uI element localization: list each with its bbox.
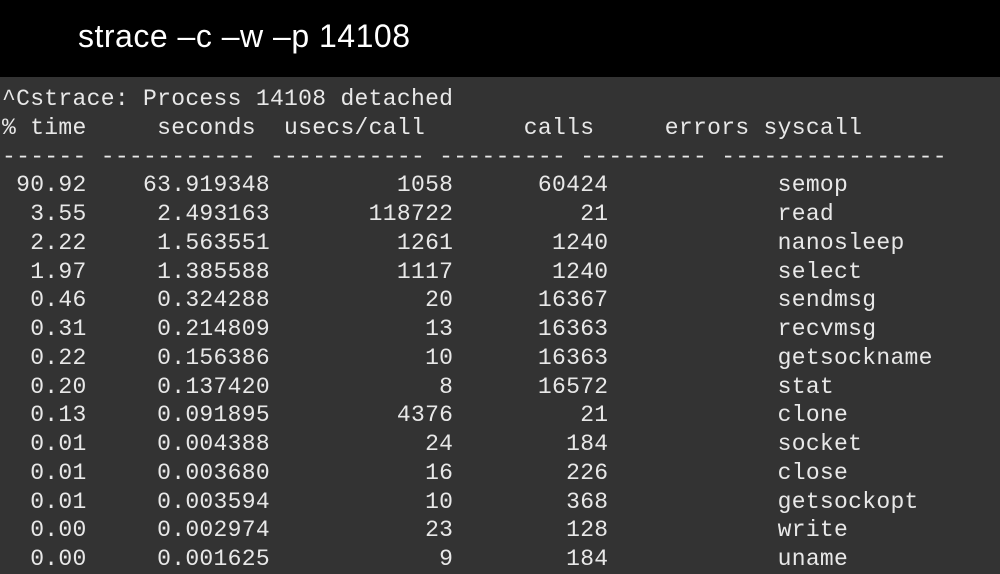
command-title: strace –c –w –p 14108 <box>0 0 1000 77</box>
table-row: 90.92 63.919348 1058 60424 semop <box>0 171 1000 200</box>
terminal-output: ^Cstrace: Process 14108 detached % time … <box>0 77 1000 574</box>
table-header: % time seconds usecs/call calls errors s… <box>0 114 1000 143</box>
table-row: 3.55 2.493163 118722 21 read <box>0 200 1000 229</box>
detached-message: ^Cstrace: Process 14108 detached <box>0 85 1000 114</box>
table-row: 0.22 0.156386 10 16363 getsockname <box>0 344 1000 373</box>
table-row: 2.22 1.563551 1261 1240 nanosleep <box>0 229 1000 258</box>
table-rows: 90.92 63.919348 1058 60424 semop 3.55 2.… <box>0 171 1000 574</box>
table-row: 0.31 0.214809 13 16363 recvmsg <box>0 315 1000 344</box>
table-row: 0.13 0.091895 4376 21 clone <box>0 401 1000 430</box>
table-row: 1.97 1.385588 1117 1240 select <box>0 258 1000 287</box>
table-row: 0.01 0.003594 10 368 getsockopt <box>0 488 1000 517</box>
table-divider: ------ ----------- ----------- ---------… <box>0 143 1000 172</box>
table-row: 0.01 0.004388 24 184 socket <box>0 430 1000 459</box>
table-row: 0.00 0.002974 23 128 write <box>0 516 1000 545</box>
table-row: 0.20 0.137420 8 16572 stat <box>0 373 1000 402</box>
table-row: 0.00 0.001625 9 184 uname <box>0 545 1000 574</box>
table-row: 0.01 0.003680 16 226 close <box>0 459 1000 488</box>
table-row: 0.46 0.324288 20 16367 sendmsg <box>0 286 1000 315</box>
